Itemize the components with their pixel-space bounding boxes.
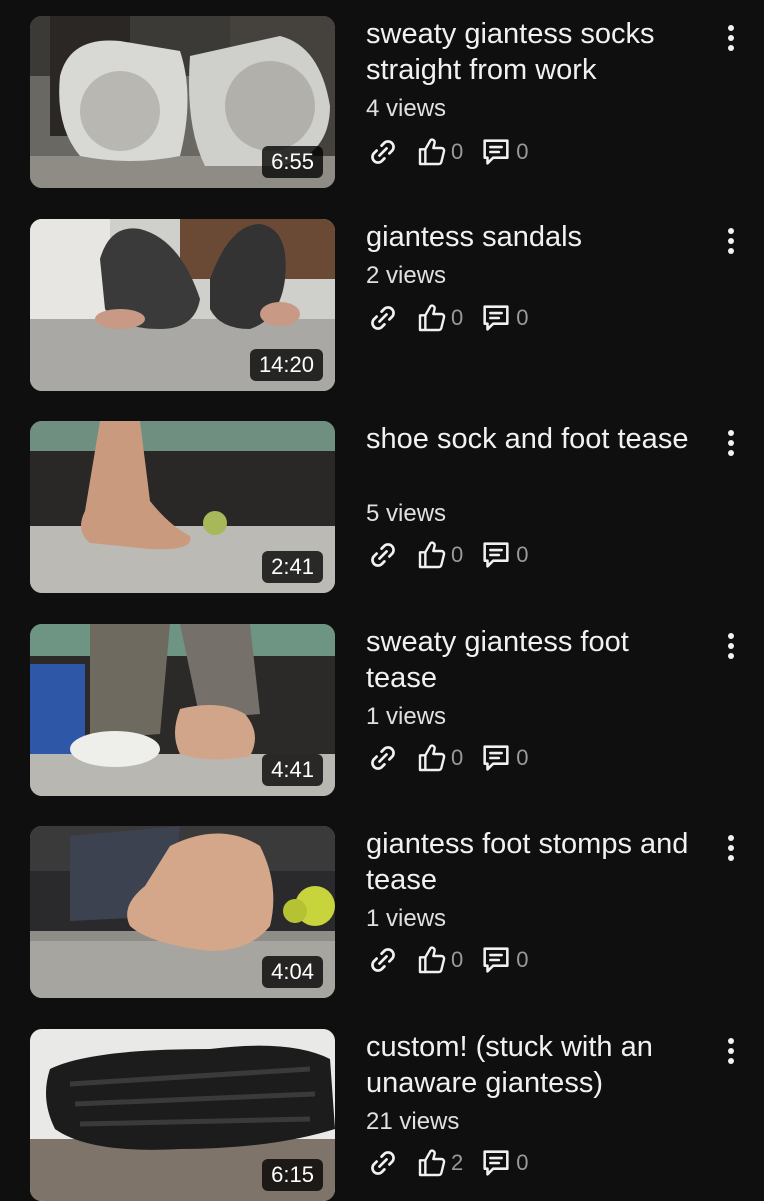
- share-link-button[interactable]: [366, 741, 400, 775]
- video-thumbnail[interactable]: 4:04: [30, 826, 335, 998]
- video-item[interactable]: 2:41 shoe sock and foot tease 5 views 0 …: [0, 421, 764, 593]
- video-thumbnail[interactable]: 2:41: [30, 421, 335, 593]
- comment-icon: [483, 139, 509, 165]
- view-count: 4 views: [366, 95, 447, 122]
- thumbs-up-icon: [418, 138, 446, 166]
- comment-icon: [483, 305, 509, 331]
- video-duration: 4:41: [262, 754, 323, 786]
- more-vertical-icon: [728, 633, 734, 659]
- comment-button[interactable]: 0: [479, 1146, 529, 1180]
- video-duration: 14:20: [249, 349, 323, 381]
- thumbs-up-icon: [418, 946, 446, 974]
- comment-count: 0: [516, 305, 529, 330]
- view-count: 2 views: [366, 262, 447, 289]
- like-button[interactable]: 0: [416, 944, 463, 976]
- comment-button[interactable]: 0: [479, 741, 529, 775]
- video-item[interactable]: 14:20 giantess sandals 2 views 0 0: [0, 219, 764, 391]
- like-button[interactable]: 0: [416, 539, 463, 571]
- thumbs-up-icon: [418, 541, 446, 569]
- video-thumbnail[interactable]: 6:15: [30, 1029, 335, 1201]
- like-button[interactable]: 0: [416, 136, 463, 168]
- view-count: 1 views: [366, 703, 447, 730]
- video-title[interactable]: sweaty giantess foot tease: [366, 624, 696, 696]
- more-vertical-icon: [728, 228, 734, 254]
- video-title[interactable]: giantess foot stomps and tease: [366, 826, 696, 898]
- comment-icon: [483, 542, 509, 568]
- thumbs-up-icon: [418, 744, 446, 772]
- comment-icon: [483, 745, 509, 771]
- more-options-button[interactable]: [716, 828, 746, 868]
- like-count: 0: [451, 947, 464, 972]
- video-stats: 0 0: [366, 301, 545, 335]
- video-stats: 0 0: [366, 538, 545, 572]
- video-duration: 4:04: [262, 956, 323, 988]
- video-item[interactable]: 6:15 custom! (stuck with an unaware gian…: [0, 1029, 764, 1201]
- video-title[interactable]: shoe sock and foot tease: [366, 421, 696, 457]
- share-link-button[interactable]: [366, 538, 400, 572]
- more-options-button[interactable]: [716, 1031, 746, 1071]
- video-duration: 6:55: [262, 146, 323, 178]
- comment-count: 0: [516, 139, 529, 164]
- comment-button[interactable]: 0: [479, 135, 529, 169]
- link-icon: [371, 1151, 395, 1175]
- video-title[interactable]: giantess sandals: [366, 219, 696, 255]
- more-options-button[interactable]: [716, 221, 746, 261]
- share-link-button[interactable]: [366, 135, 400, 169]
- link-icon: [371, 746, 395, 770]
- video-thumbnail[interactable]: 4:41: [30, 624, 335, 796]
- thumbs-up-icon: [418, 304, 446, 332]
- video-stats: 0 0: [366, 741, 545, 775]
- comment-count: 0: [516, 542, 529, 567]
- comment-button[interactable]: 0: [479, 943, 529, 977]
- like-count: 0: [451, 305, 464, 330]
- like-button[interactable]: 0: [416, 302, 463, 334]
- video-thumbnail[interactable]: 14:20: [30, 219, 335, 391]
- like-count: 2: [451, 1150, 464, 1175]
- comment-count: 0: [516, 1150, 529, 1175]
- video-title[interactable]: custom! (stuck with an unaware giantess): [366, 1029, 696, 1101]
- more-options-button[interactable]: [716, 18, 746, 58]
- share-link-button[interactable]: [366, 301, 400, 335]
- link-icon: [371, 543, 395, 567]
- video-item[interactable]: 4:04 giantess foot stomps and tease 1 vi…: [0, 826, 764, 998]
- comment-count: 0: [516, 745, 529, 770]
- thumbs-up-icon: [418, 1149, 446, 1177]
- video-stats: 2 0: [366, 1146, 545, 1180]
- video-item[interactable]: 4:41 sweaty giantess foot tease 1 views …: [0, 624, 764, 796]
- like-count: 0: [451, 745, 464, 770]
- view-count: 1 views: [366, 905, 447, 932]
- comment-count: 0: [516, 947, 529, 972]
- video-thumbnail[interactable]: 6:55: [30, 16, 335, 188]
- like-count: 0: [451, 542, 464, 567]
- like-button[interactable]: 0: [416, 742, 463, 774]
- like-button[interactable]: 2: [416, 1147, 463, 1179]
- share-link-button[interactable]: [366, 1146, 400, 1180]
- video-duration: 6:15: [262, 1159, 323, 1191]
- video-stats: 0 0: [366, 135, 545, 169]
- more-vertical-icon: [728, 1038, 734, 1064]
- link-icon: [371, 948, 395, 972]
- more-vertical-icon: [728, 430, 734, 456]
- more-vertical-icon: [728, 25, 734, 51]
- comment-button[interactable]: 0: [479, 538, 529, 572]
- video-title[interactable]: sweaty giantess socks straight from work: [366, 16, 696, 88]
- more-vertical-icon: [728, 835, 734, 861]
- link-icon: [371, 306, 395, 330]
- video-item[interactable]: 6:55 sweaty giantess socks straight from…: [0, 16, 764, 188]
- like-count: 0: [451, 139, 464, 164]
- comment-icon: [483, 1150, 509, 1176]
- link-icon: [371, 140, 395, 164]
- share-link-button[interactable]: [366, 943, 400, 977]
- video-stats: 0 0: [366, 943, 545, 977]
- view-count: 21 views: [366, 1108, 460, 1135]
- comment-button[interactable]: 0: [479, 301, 529, 335]
- comment-icon: [483, 947, 509, 973]
- video-duration: 2:41: [262, 551, 323, 583]
- view-count: 5 views: [366, 500, 447, 527]
- more-options-button[interactable]: [716, 626, 746, 666]
- more-options-button[interactable]: [716, 423, 746, 463]
